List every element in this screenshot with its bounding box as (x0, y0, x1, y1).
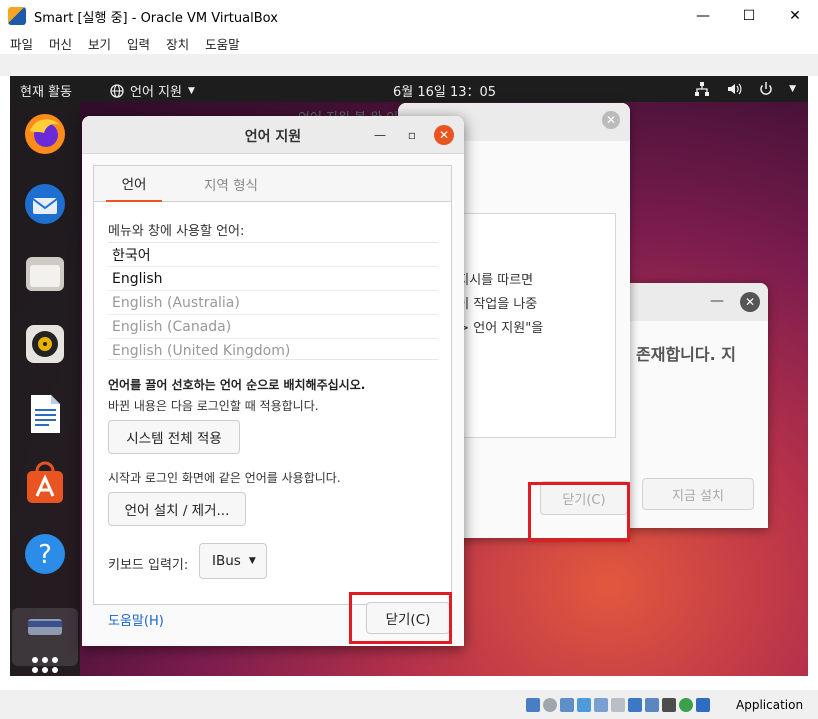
close-icon[interactable]: ✕ (434, 125, 454, 145)
apply-system-wide-button[interactable]: 시스템 전체 적용 (108, 420, 240, 454)
network-adapter-icon[interactable] (577, 698, 591, 712)
power-icon (760, 82, 772, 95)
menu-view[interactable]: 보기 (88, 34, 111, 53)
svg-text:?: ? (38, 540, 52, 570)
minimize-button[interactable]: — (680, 0, 726, 32)
volume-icon (728, 83, 742, 95)
language-support-dialog: 언어 지원 — ▫ ✕ 언어 지역 형식 메뉴와 창에 사용할 언어: 한국어 … (82, 116, 464, 646)
language-item[interactable]: English (United Kingdom) (108, 339, 438, 359)
help-icon[interactable]: ? (21, 530, 69, 578)
menu-help[interactable]: 도움말 (205, 34, 240, 53)
thunderbird-icon[interactable] (21, 180, 69, 228)
chevron-down-icon: ▼ (789, 84, 796, 94)
tab-regional-formats[interactable]: 지역 형식 (178, 166, 284, 202)
cpu-icon[interactable] (662, 698, 676, 712)
mouse-integration-icon[interactable] (679, 698, 693, 712)
system-tray[interactable]: ▼ (693, 80, 796, 98)
window-controls: — ☐ ✕ (680, 0, 818, 32)
gnome-topbar: 현재 활동 언어 지원 ▼ 6월 16일 13：05 ▼ (10, 76, 808, 102)
language-list[interactable]: 한국어 English English (Australia) English … (108, 242, 438, 360)
clock[interactable]: 6월 16일 13：05 (393, 81, 496, 100)
minimize-icon[interactable]: — (710, 293, 724, 309)
show-apps-icon[interactable] (21, 646, 69, 676)
recording-icon[interactable] (645, 698, 659, 712)
maximize-icon[interactable]: ▫ (402, 125, 422, 145)
chevron-down-icon: ▼ (187, 85, 195, 96)
status-icons (526, 698, 710, 712)
network-icon (695, 82, 710, 96)
minimize-icon[interactable]: — (370, 125, 390, 145)
keyboard-input-label: 키보드 입력기: (108, 558, 189, 573)
shared-folders-icon[interactable] (611, 698, 625, 712)
window-title: Smart [실행 중] - Oracle VM VirtualBox (34, 10, 278, 26)
menu-devices[interactable]: 장치 (166, 34, 189, 53)
install-now-button[interactable]: 지금 설치 (642, 478, 754, 510)
dock: ? (10, 102, 80, 676)
language-menu-label: 언어 지원 (130, 85, 182, 100)
harddisk-icon[interactable] (526, 698, 540, 712)
guest-screen: 현재 활동 언어 지원 ▼ 6월 16일 13：05 ▼ ? — ✕ 존재합니다… (10, 76, 808, 676)
arrow-down-icon[interactable] (696, 698, 710, 712)
globe-icon (110, 83, 124, 98)
background-dialog-2-text: 존재합니다. 지 (636, 345, 736, 364)
vbox-titlebar: Smart [실행 중] - Oracle VM VirtualBox — ☐ … (0, 0, 818, 32)
audio-icon[interactable] (560, 698, 574, 712)
language-item[interactable]: English (108, 267, 438, 291)
usb-icon[interactable] (594, 698, 608, 712)
language-list-caption: 메뉴와 창에 사용할 언어: (108, 224, 245, 239)
keyboard-input-value: IBus (212, 553, 241, 569)
chevron-down-icon: ▼ (248, 556, 256, 566)
display-icon[interactable] (628, 698, 642, 712)
activities-button[interactable]: 현재 활동 (20, 81, 72, 100)
close-icon[interactable]: ✕ (602, 111, 620, 129)
language-item[interactable]: 한국어 (108, 243, 438, 267)
drag-instruction: 언어를 끌어 선호하는 언어 순으로 배치해주십시오. (108, 378, 366, 392)
tab-language[interactable]: 언어 (106, 166, 162, 202)
menu-machine[interactable]: 머신 (49, 34, 72, 53)
close-window-button[interactable]: ✕ (772, 0, 818, 32)
highlight-box-close (349, 592, 452, 644)
host-key-label: Application (736, 698, 804, 712)
language-item[interactable]: English (Australia) (108, 291, 438, 315)
tab-bar: 언어 지역 형식 (94, 166, 451, 202)
tab-notebook: 언어 지역 형식 메뉴와 창에 사용할 언어: 한국어 English Engl… (93, 165, 452, 605)
rhythmbox-icon[interactable] (21, 320, 69, 368)
login-screen-note: 시작과 로그인 화면에 같은 언어를 사용합니다. (108, 471, 341, 485)
highlight-box-background-close (528, 482, 630, 542)
apply-note: 바뀐 내용은 다음 로그인할 때 적용합니다. (108, 399, 319, 413)
vbox-menubar: 파일 머신 보기 입력 장치 도움말 (0, 32, 818, 54)
keyboard-input-select[interactable]: IBus ▼ (199, 543, 267, 579)
close-icon[interactable]: ✕ (740, 292, 760, 312)
install-remove-languages-button[interactable]: 언어 설치 / 제거... (108, 492, 246, 526)
files-icon[interactable] (21, 250, 69, 298)
dialog-titlebar: 언어 지원 — ▫ ✕ (82, 116, 464, 154)
maximize-button[interactable]: ☐ (726, 0, 772, 32)
optical-drive-icon[interactable] (543, 698, 557, 712)
help-link[interactable]: 도움말(H) (108, 610, 164, 629)
writer-icon[interactable] (21, 390, 69, 438)
language-item[interactable]: English (Canada) (108, 315, 438, 339)
menu-file[interactable]: 파일 (10, 34, 33, 53)
background-dialog-2-titlebar: — ✕ (630, 283, 768, 321)
firefox-icon[interactable] (21, 110, 69, 158)
language-menu[interactable]: 언어 지원 ▼ (110, 81, 195, 100)
background-dialog-2: — ✕ 존재합니다. 지 지금 설치 (630, 283, 768, 528)
software-icon[interactable] (21, 460, 69, 508)
vbox-frame (0, 54, 818, 76)
vbox-statusbar: Application (0, 690, 818, 719)
menu-input[interactable]: 입력 (127, 34, 150, 53)
virtualbox-logo-icon (8, 7, 26, 25)
